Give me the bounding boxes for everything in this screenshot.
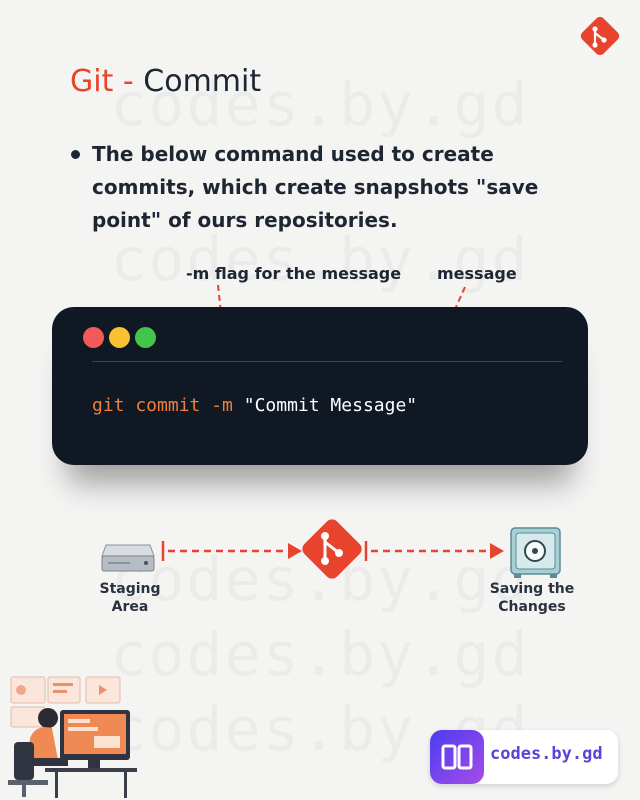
- brand-logo-icon: [430, 730, 484, 784]
- saving-changes-line1: Saving the: [489, 581, 575, 597]
- staging-area-label: Staging Area: [99, 581, 161, 615]
- minimize-dot: [109, 327, 130, 348]
- safe-vault-icon: [510, 527, 561, 578]
- saving-changes-line2: Changes: [498, 599, 566, 615]
- terminal-window: git commit -m "Commit Message": [52, 307, 588, 465]
- code-message: "Commit Message": [243, 395, 418, 416]
- developer-illustration: [8, 676, 137, 798]
- saving-changes-label: Saving the Changes: [482, 580, 582, 616]
- code-command: git commit -m: [92, 395, 233, 416]
- maximize-dot: [135, 327, 156, 348]
- bullet-point: [71, 150, 80, 159]
- hard-drive-icon: [101, 544, 155, 572]
- brand-text: codes.by.gd: [490, 744, 603, 764]
- brand-logo-glyph: [441, 744, 473, 770]
- title-main: Commit: [143, 64, 262, 99]
- git-logo-icon: [580, 16, 620, 56]
- title-accent: Git -: [70, 64, 134, 99]
- message-annotation: message: [437, 264, 517, 283]
- code-line: git commit -m "Commit Message": [92, 395, 417, 416]
- description-text: The below command used to create commits…: [92, 142, 539, 232]
- flow-arrow-left: [288, 543, 302, 559]
- git-logo-icon: [302, 519, 362, 579]
- flag-annotation: -m flag for the message: [186, 264, 402, 283]
- page-title: Git - Commit: [70, 64, 261, 99]
- brand-badge: codes.by.gd: [430, 730, 618, 784]
- close-dot: [83, 327, 104, 348]
- flow-arrow-right: [490, 543, 504, 559]
- terminal-divider: [92, 361, 562, 362]
